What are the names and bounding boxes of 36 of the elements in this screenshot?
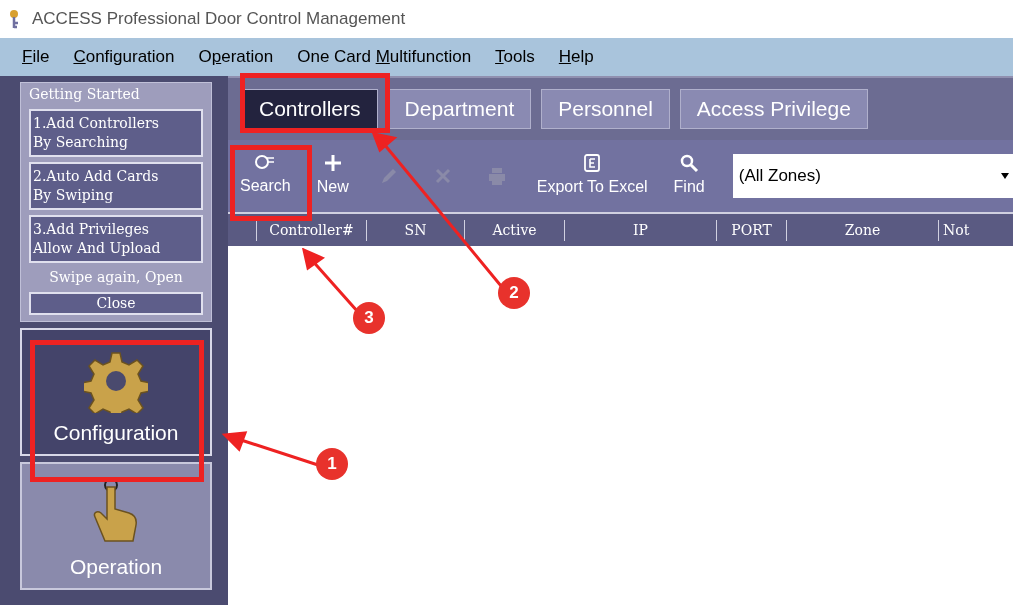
menu-item[interactable]: Operation bbox=[186, 44, 286, 70]
toolbar-button[interactable]: New bbox=[312, 148, 353, 204]
toolbar-button[interactable]: Search bbox=[236, 148, 295, 204]
module-button[interactable]: Operation bbox=[20, 462, 212, 590]
menu-item[interactable]: Help bbox=[546, 44, 606, 70]
toolbar-button[interactable]: Find bbox=[669, 148, 709, 204]
document-icon bbox=[582, 153, 603, 173]
column-header[interactable]: Controller# bbox=[256, 219, 366, 241]
select-value: (All Zones) bbox=[738, 165, 821, 188]
search-icon bbox=[679, 153, 700, 173]
menu-item[interactable]: File bbox=[10, 44, 62, 70]
window-title: ACCESS Professional Door Control Management bbox=[32, 8, 406, 31]
tab[interactable]: Access Privilege bbox=[679, 89, 868, 129]
module-button[interactable]: Configuration bbox=[20, 328, 212, 456]
column-header[interactable]: IP bbox=[564, 219, 716, 241]
step-button[interactable]: 3.Add Privileges Allow And Upload bbox=[29, 215, 203, 263]
tab[interactable]: Controllers bbox=[242, 89, 378, 129]
menu-item[interactable]: Tools bbox=[483, 44, 547, 70]
hint-text: Swipe again, Open bbox=[48, 268, 184, 287]
column-header[interactable]: Zone bbox=[786, 219, 938, 241]
net-search-icon bbox=[254, 154, 277, 172]
menu-item[interactable]: One Card Multifunction bbox=[285, 44, 484, 70]
column-header[interactable]: Not bbox=[938, 219, 998, 241]
step-button[interactable]: 1.Add Controllers By Searching bbox=[29, 109, 203, 157]
tab[interactable]: Department bbox=[387, 89, 532, 129]
close-button[interactable]: Close bbox=[29, 292, 203, 315]
toolbar-button[interactable]: Export To Excel bbox=[532, 148, 652, 204]
plus-icon bbox=[322, 153, 343, 173]
step-button[interactable]: 2.Auto Add Cards By Swiping bbox=[29, 162, 203, 210]
menu-item[interactable]: Configuration bbox=[61, 44, 187, 70]
printer-icon bbox=[486, 166, 507, 186]
group-title: Getting Started bbox=[29, 85, 141, 104]
column-header[interactable]: PORT bbox=[716, 219, 786, 241]
zone-select[interactable]: (All Zones) bbox=[732, 154, 1013, 198]
tab[interactable]: Personnel bbox=[541, 89, 670, 129]
dropdown-caret-icon bbox=[1001, 173, 1009, 179]
